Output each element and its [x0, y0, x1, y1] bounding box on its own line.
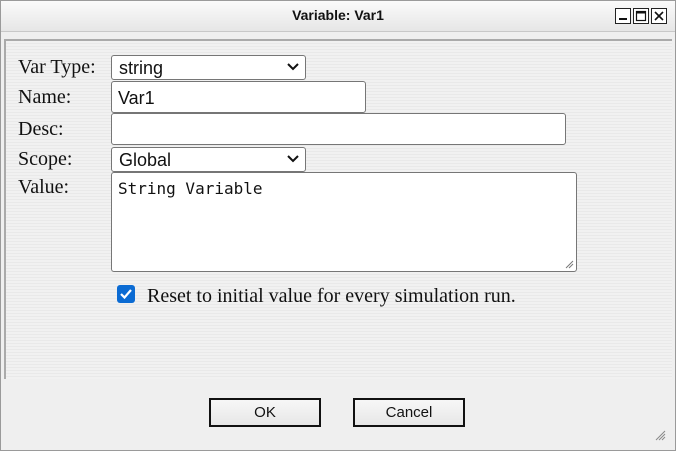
scope-select[interactable]: Global	[111, 147, 306, 172]
chevron-down-icon	[287, 63, 299, 71]
name-label: Name:	[18, 86, 72, 108]
checkmark-icon	[120, 289, 132, 300]
reset-checkbox[interactable]	[117, 285, 135, 303]
var-type-select[interactable]: string	[111, 55, 306, 80]
desc-input[interactable]	[111, 113, 566, 145]
window-controls	[615, 8, 667, 24]
maximize-icon	[635, 10, 647, 22]
var-type-label: Var Type:	[18, 56, 96, 78]
name-input[interactable]	[111, 81, 366, 113]
chevron-down-icon	[287, 155, 299, 163]
maximize-button[interactable]	[633, 8, 649, 24]
cancel-button[interactable]: Cancel	[353, 398, 465, 427]
minimize-button[interactable]	[615, 8, 631, 24]
close-button[interactable]	[651, 8, 667, 24]
resize-grip-icon[interactable]	[564, 259, 574, 269]
close-icon	[654, 11, 664, 21]
title-bar[interactable]: Variable: Var1	[1, 1, 675, 32]
variable-dialog: Variable: Var1 Var Type: string Name: Va…	[0, 0, 676, 451]
value-textarea[interactable]: String Variable	[111, 172, 577, 272]
var-type-value: string	[119, 58, 164, 78]
window-title: Variable: Var1	[292, 7, 384, 23]
desc-label: Desc:	[18, 118, 64, 140]
ok-button[interactable]: OK	[209, 398, 321, 427]
value-label: Value:	[18, 176, 70, 198]
scope-value: Global	[119, 150, 172, 170]
reset-checkbox-label[interactable]: Reset to initial value for every simulat…	[147, 284, 516, 308]
window-resize-grip-icon[interactable]	[654, 429, 666, 441]
minimize-icon	[619, 18, 627, 20]
scope-label: Scope:	[18, 148, 73, 170]
